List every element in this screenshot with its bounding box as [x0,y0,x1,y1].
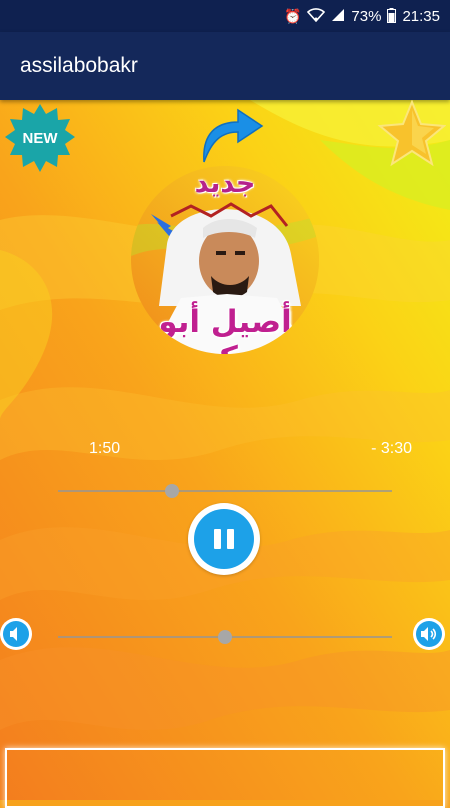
new-badge[interactable]: NEW [4,102,76,174]
clock: 21:35 [402,7,440,25]
share-button[interactable] [196,104,266,164]
cover-artist-name: أصيل أبو بكر [158,304,292,354]
new-badge-label: NEW [22,129,58,147]
status-bar: ⏰ 73% 21:35 [0,0,450,32]
volume-thumb[interactable] [218,630,232,644]
share-arrow-icon [203,108,264,163]
favorite-button[interactable] [374,99,447,168]
ad-banner-frame[interactable] [5,748,445,808]
battery-icon [387,7,397,25]
alarm-icon: ⏰ [283,8,302,24]
signal-icon [331,8,345,24]
seek-track [58,490,392,492]
seek-slider[interactable] [58,481,392,501]
remaining-time: - 3:30 [371,440,412,457]
elapsed-time: 1:50 [89,440,121,457]
pause-button[interactable] [188,503,260,575]
battery-percent: 73% [351,7,382,25]
volume-up-button[interactable] [413,618,445,650]
album-cover: جديد أصيل أبو بكر [131,166,319,354]
seek-thumb[interactable] [164,484,179,498]
wifi-icon [307,8,326,24]
volume-slider[interactable] [58,627,392,647]
cover-new-text: جديد [194,168,256,199]
volume-low-icon [10,627,17,641]
volume-down-button[interactable] [0,618,32,650]
star-icon [377,99,447,167]
pause-icon [194,509,254,569]
app-bar: assilabobakr [0,32,450,100]
volume-high-icon [421,627,437,641]
app-title: assilabobakr [20,54,138,77]
